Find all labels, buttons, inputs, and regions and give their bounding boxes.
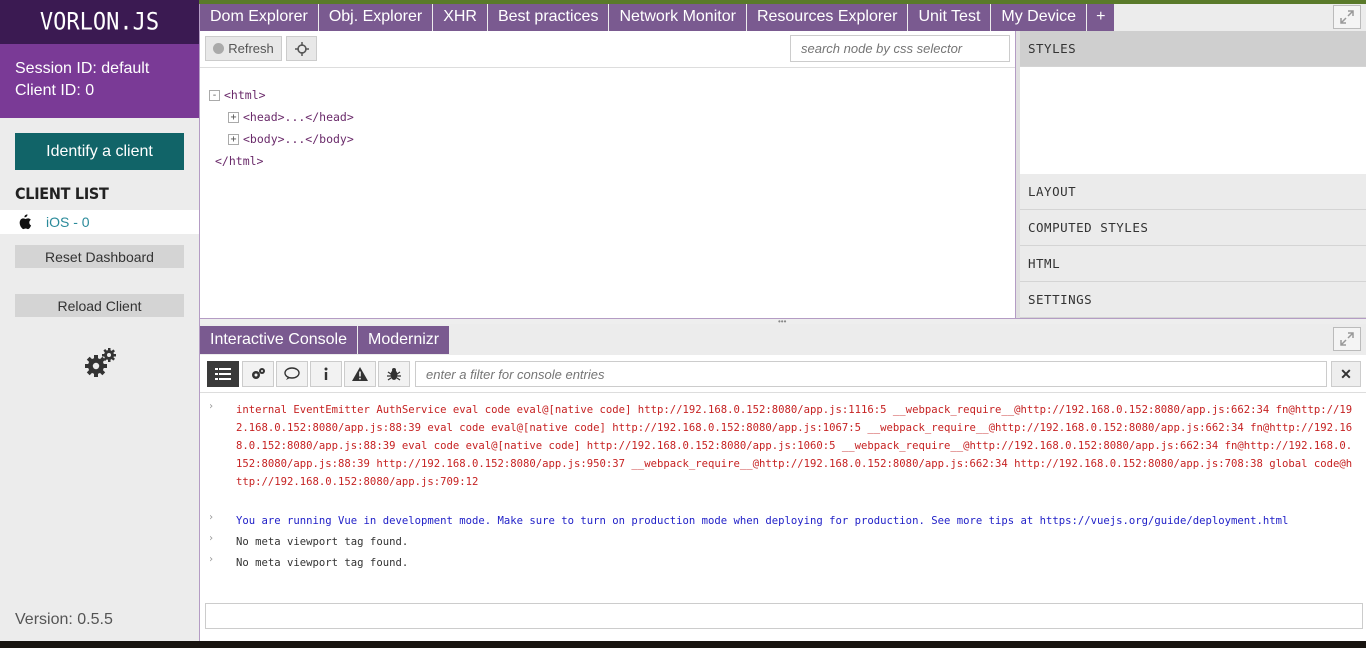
refresh-label: Refresh: [228, 41, 274, 56]
section-settings[interactable]: SETTINGS: [1020, 282, 1366, 318]
identify-client-button[interactable]: Identify a client: [15, 133, 184, 170]
list-icon: [215, 368, 231, 380]
filter-debug-button[interactable]: [276, 361, 308, 387]
expand-icon[interactable]: [1333, 5, 1361, 29]
chat-bubble-icon: [284, 367, 300, 380]
tab-dom-explorer[interactable]: Dom Explorer: [200, 4, 319, 31]
plugin-tab-bar: Dom Explorer Obj. Explorer XHR Best prac…: [200, 4, 1366, 31]
section-computed-styles[interactable]: COMPUTED STYLES: [1020, 210, 1366, 246]
crosshair-icon: [294, 41, 309, 56]
version-label: Version: 0.5.5: [15, 611, 113, 628]
main-dashboard: Dom Explorer Obj. Explorer XHR Best prac…: [199, 4, 1366, 641]
chevron-right-icon[interactable]: ›: [208, 401, 214, 412]
tab-resources-explorer[interactable]: Resources Explorer: [746, 4, 909, 31]
console-output: › internal EventEmitter AuthService eval…: [200, 393, 1366, 598]
console-entry-text: You are running Vue in development mode.…: [236, 515, 1289, 527]
filter-error-button[interactable]: [378, 361, 410, 387]
info-icon: [324, 367, 328, 380]
sidebar: VORLON.JS Session ID: default Client ID:…: [0, 0, 199, 641]
collapse-toggle[interactable]: -: [209, 90, 220, 101]
apple-icon: [17, 214, 32, 230]
chevron-right-icon[interactable]: ›: [208, 533, 214, 544]
gears-icon[interactable]: [83, 347, 117, 379]
console-filter-input[interactable]: [415, 361, 1327, 387]
bottom-border: [0, 641, 1366, 648]
client-id-value: 0: [85, 82, 95, 99]
client-item-label: iOS - 0: [46, 214, 90, 230]
tab-modernizr[interactable]: Modernizr: [358, 326, 450, 354]
refresh-dot-icon: [213, 43, 225, 54]
tab-interactive-console[interactable]: Interactive Console: [200, 326, 357, 354]
console-entry-text: No meta viewport tag found.: [236, 557, 409, 569]
session-id-value: default: [101, 60, 150, 77]
console-entry-text: No meta viewport tag found.: [236, 536, 409, 548]
reset-dashboard-button[interactable]: Reset Dashboard: [15, 245, 184, 268]
properties-panel: STYLES LAYOUT COMPUTED STYLES HTML SETTI…: [1020, 31, 1366, 318]
filter-all-button[interactable]: [207, 361, 239, 387]
section-styles[interactable]: STYLES: [1020, 31, 1366, 67]
expand-icon[interactable]: [1333, 327, 1361, 351]
tab-network-monitor[interactable]: Network Monitor: [609, 4, 747, 31]
dom-tree: - <html> + <head>...</head> + <body>...</bo…: [200, 68, 1017, 318]
css-selector-search-input[interactable]: [790, 35, 1010, 62]
warning-icon: [352, 367, 368, 381]
filter-warning-button[interactable]: [344, 361, 376, 387]
logo-text: VORLON.JS: [39, 8, 160, 36]
expand-toggle[interactable]: +: [228, 112, 239, 123]
gears-icon: [252, 368, 265, 379]
session-id-label: Session ID:: [15, 60, 97, 77]
chevron-right-icon[interactable]: ›: [208, 512, 214, 523]
filter-info-button[interactable]: [310, 361, 342, 387]
dom-node-html[interactable]: - <html>: [209, 88, 266, 102]
dom-toolbar: Refresh: [200, 31, 1017, 68]
tab-my-device[interactable]: My Device: [991, 4, 1088, 31]
add-plugin-tab[interactable]: +: [1087, 4, 1116, 31]
console-command-input[interactable]: [205, 603, 1363, 629]
client-item-ios[interactable]: iOS - 0: [0, 210, 199, 234]
console-entry-text: internal EventEmitter AuthService eval c…: [236, 404, 1353, 488]
client-list-title: CLIENT LIST: [15, 184, 109, 203]
logo: VORLON.JS: [0, 0, 199, 44]
dom-node-label: <body>...</body>: [243, 132, 354, 146]
refresh-button[interactable]: Refresh: [205, 36, 282, 61]
dom-node-label: <head>...</head>: [243, 110, 354, 124]
select-element-button[interactable]: [286, 36, 317, 61]
tab-obj-explorer[interactable]: Obj. Explorer: [318, 4, 434, 31]
dom-node-head[interactable]: + <head>...</head>: [228, 110, 354, 124]
session-info: Session ID: default Client ID: 0: [0, 44, 199, 118]
section-layout[interactable]: LAYOUT: [1020, 174, 1366, 210]
dom-node-label: <html>: [224, 88, 266, 102]
clear-console-button[interactable]: ✕: [1331, 361, 1361, 387]
tab-best-practices[interactable]: Best practices: [487, 4, 610, 31]
reload-client-button[interactable]: Reload Client: [15, 294, 184, 317]
console-tab-bar: Interactive Console Modernizr: [200, 324, 1366, 355]
filter-log-button[interactable]: [242, 361, 274, 387]
tab-xhr[interactable]: XHR: [433, 4, 488, 31]
dom-node-body[interactable]: + <body>...</body>: [228, 132, 354, 146]
chevron-right-icon[interactable]: ›: [208, 554, 214, 565]
tab-unit-test[interactable]: Unit Test: [908, 4, 992, 31]
console-toolbar: ✕: [200, 355, 1366, 393]
section-html[interactable]: HTML: [1020, 246, 1366, 282]
dom-node-html-close: </html>: [215, 154, 264, 168]
bug-icon: [387, 368, 401, 381]
expand-toggle[interactable]: +: [228, 134, 239, 145]
client-id-label: Client ID:: [15, 82, 81, 99]
